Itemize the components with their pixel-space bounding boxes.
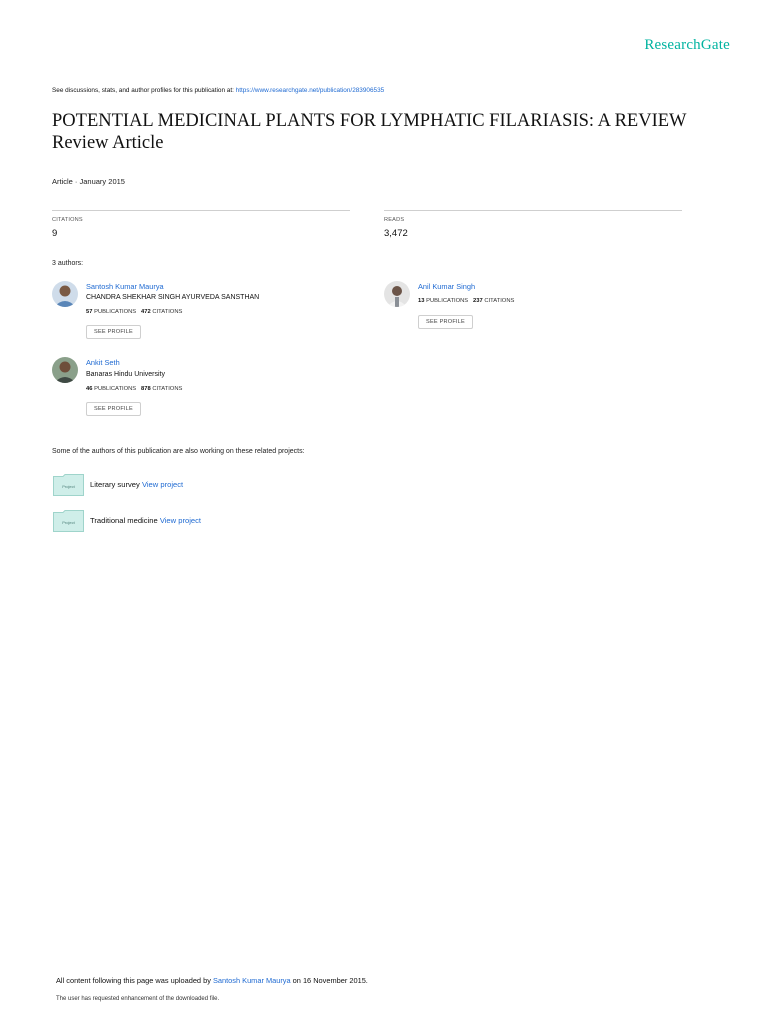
footer-suffix: on 16 November 2015.: [292, 976, 368, 985]
article-meta: Article · January 2015: [52, 177, 125, 186]
project-folder-icon[interactable]: Project: [53, 474, 84, 496]
avatar[interactable]: [384, 281, 410, 307]
publication-url-link[interactable]: https://www.researchgate.net/publication…: [236, 87, 385, 94]
publication-title: POTENTIAL MEDICINAL PLANTS FOR LYMPHATIC…: [52, 110, 712, 154]
citations-label: CITATIONS: [152, 309, 183, 315]
author-photo-icon: [52, 357, 78, 383]
author-name-link[interactable]: Santosh Kumar Maurya: [86, 282, 164, 291]
avatar[interactable]: [52, 281, 78, 307]
see-profile-button[interactable]: SEE PROFILE: [86, 402, 141, 416]
citations-count: 472: [141, 309, 151, 315]
reads-value: 3,472: [384, 228, 408, 239]
publications-label: PUBLICATIONS: [94, 386, 137, 392]
citations-count: 878: [141, 386, 151, 392]
authors-heading: 3 authors:: [52, 260, 84, 267]
author-counts: 13 PUBLICATIONS 237 CITATIONS: [418, 298, 514, 304]
project-icon-label: Project: [62, 484, 75, 489]
reads-divider: [384, 210, 682, 211]
project-item: Traditional medicine View project: [90, 516, 201, 525]
discussion-line: See discussions, stats, and author profi…: [52, 87, 384, 94]
publications-label: PUBLICATIONS: [94, 309, 137, 315]
see-profile-button[interactable]: SEE PROFILE: [418, 315, 473, 329]
reads-label: READS: [384, 217, 405, 223]
upload-footer: All content following this page was uplo…: [56, 976, 368, 985]
avatar[interactable]: [52, 357, 78, 383]
project-icon-label: Project: [62, 520, 75, 525]
footer-prefix: All content following this page was uplo…: [56, 976, 211, 985]
project-name: Traditional medicine: [90, 516, 158, 525]
publications-count: 57: [86, 309, 93, 315]
author-affiliation: CHANDRA SHEKHAR SINGH AYURVEDA SANSTHAN: [86, 294, 260, 301]
citations-label: CITATIONS: [52, 217, 83, 223]
project-folder-icon[interactable]: Project: [53, 510, 84, 532]
citations-label: CITATIONS: [484, 298, 515, 304]
publications-count: 13: [418, 298, 425, 304]
title-line-1: POTENTIAL MEDICINAL PLANTS FOR LYMPHATIC…: [52, 111, 687, 131]
view-project-link[interactable]: View project: [142, 480, 183, 489]
researchgate-logo[interactable]: ResearchGate: [644, 37, 730, 54]
related-projects-heading: Some of the authors of this publication …: [52, 448, 305, 455]
citations-divider: [52, 210, 350, 211]
view-project-link[interactable]: View project: [160, 516, 201, 525]
publications-label: PUBLICATIONS: [426, 298, 469, 304]
discussion-prefix: See discussions, stats, and author profi…: [52, 87, 234, 94]
project-name: Literary survey: [90, 480, 140, 489]
citations-label: CITATIONS: [152, 386, 183, 392]
project-item: Literary survey View project: [90, 480, 183, 489]
author-affiliation: Banaras Hindu University: [86, 371, 165, 378]
title-line-2: Review Article: [52, 133, 164, 153]
publications-count: 46: [86, 386, 93, 392]
author-name-link[interactable]: Ankit Seth: [86, 358, 120, 367]
citations-value: 9: [52, 228, 58, 239]
uploader-link[interactable]: Santosh Kumar Maurya: [213, 976, 291, 985]
author-photo-icon: [384, 281, 410, 307]
citations-count: 237: [473, 298, 483, 304]
author-photo-icon: [52, 281, 78, 307]
author-name-link[interactable]: Anil Kumar Singh: [418, 282, 475, 291]
author-counts: 46 PUBLICATIONS 878 CITATIONS: [86, 386, 182, 392]
enhancement-note: The user has requested enhancement of th…: [56, 996, 220, 1002]
author-counts: 57 PUBLICATIONS 472 CITATIONS: [86, 309, 182, 315]
see-profile-button[interactable]: SEE PROFILE: [86, 325, 141, 339]
